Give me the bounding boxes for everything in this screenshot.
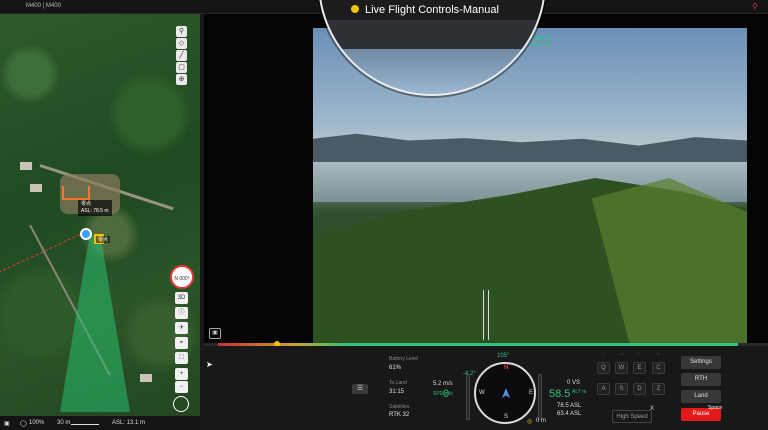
map-compass[interactable]: N 000° (170, 265, 194, 289)
flight-path-line (0, 234, 81, 273)
compass-e: E (529, 390, 534, 396)
map-view[interactable]: 零点 ASL: 78.5 m 零点 (0, 14, 200, 416)
measure-icon[interactable]: ⊕ (176, 74, 187, 85)
info-icon[interactable]: ⓘ (175, 307, 188, 319)
locate-icon[interactable]: ⌖ (175, 337, 188, 349)
speed-bar (466, 374, 470, 420)
land-button[interactable]: Land (681, 390, 721, 403)
key-hint-icon: ⌃ (620, 353, 625, 359)
key-s[interactable]: S (615, 383, 628, 395)
mode-status-icon (351, 5, 359, 13)
rth-button[interactable]: RTH (681, 373, 721, 386)
distance-icon: ◎ (527, 419, 533, 425)
drone-center-icon[interactable]: ✈ (175, 322, 188, 334)
map-status-bar: ▣ ◯ 100% 30 m ASL: 13.1 m (0, 416, 200, 430)
distance-value: 0 m (536, 418, 547, 424)
zoom-in-button[interactable]: + (175, 368, 188, 380)
flight-mode-title: Live Flight Controls-Manual (351, 4, 499, 16)
map-building (30, 184, 42, 192)
mouse-cursor-icon: ➤ (206, 360, 213, 369)
feed-mountains (313, 133, 747, 166)
speed-mode-button[interactable]: High Speed (612, 410, 652, 423)
asl-value: 78.5 ASL (557, 403, 582, 409)
altitude-bar (538, 374, 542, 420)
compass-w: W (479, 390, 485, 396)
area-icon[interactable]: ▢ (176, 62, 187, 73)
aircraft-icon (502, 388, 510, 398)
heading-value: 105° (497, 353, 510, 359)
drone-marker-icon[interactable] (80, 228, 92, 240)
battery-label: Battery Level (389, 356, 419, 362)
compass-s: S (504, 414, 509, 420)
key-w[interactable]: W (615, 362, 628, 374)
drone-label: 零点 ASL: 78.5 m (78, 200, 112, 216)
key-q[interactable]: Q (597, 362, 610, 374)
search-icon[interactable]: ⚲ (176, 26, 187, 37)
zoom-level-icon: ◯ (20, 421, 27, 427)
key-hint-icon: ⌃ (656, 353, 661, 359)
scale-bar (71, 424, 99, 425)
home-label: 零点 (96, 236, 111, 243)
record-icon[interactable]: ⚲ (752, 2, 760, 11)
to-land-value: 31:15 (389, 389, 405, 395)
asl-value-2: 63.4 ASL (557, 411, 582, 417)
fullscreen-icon[interactable]: ⛶ (175, 352, 188, 364)
layers-icon[interactable]: ▣ (4, 420, 10, 427)
map-layer-icon[interactable] (173, 396, 189, 412)
waypoint-icon[interactable]: ◇ (176, 38, 187, 49)
speed-value: 0 (443, 388, 450, 400)
3d-button[interactable]: 3D (175, 292, 188, 304)
horizontal-speed: 5.2 m/s (433, 381, 453, 387)
speed-key-hint: X (650, 406, 655, 412)
map-asl: ASL: 13.1 m (112, 420, 146, 426)
battery-value: 61% (389, 365, 402, 371)
attitude-compass: N S E W (474, 362, 536, 424)
key-hint-icon: ♡ (636, 353, 641, 359)
key-c[interactable]: C (652, 362, 665, 374)
key-e[interactable]: E (633, 362, 646, 374)
map-toolbar: ⚲ ◇ ╱ ▢ ⊕ (176, 26, 188, 86)
vertical-speed: 0 VS (567, 380, 581, 386)
to-land-label: To Land (389, 380, 407, 386)
map-building (20, 162, 32, 170)
line-icon[interactable]: ╱ (176, 50, 187, 61)
map-zoom-level: 100% (29, 420, 45, 426)
compass-n: N (504, 365, 509, 371)
satellites-value: RTK 32 (389, 412, 410, 418)
key-a[interactable]: A (597, 383, 610, 395)
settings-button[interactable]: Settings (681, 356, 721, 369)
feed-tower (483, 290, 489, 340)
altitude-unit: ALT m (572, 389, 587, 395)
app-title: M400 | M400 (26, 3, 61, 9)
map-building (140, 374, 152, 382)
map-geofence (62, 186, 90, 200)
altitude-value: 58.5 (549, 388, 571, 400)
zoom-out-button[interactable]: − (175, 381, 188, 393)
key-d[interactable]: D (633, 383, 646, 395)
pip-icon[interactable]: ▣ (209, 328, 221, 339)
key-z[interactable]: Z (652, 383, 665, 395)
camera-fov-cone (60, 236, 130, 412)
map-scale: 30 m (57, 420, 71, 426)
satellites-label: Satellites (389, 404, 410, 410)
key-hint-icon: ♡ (601, 353, 606, 359)
pause-key-hint: Space (708, 405, 723, 411)
menu-icon[interactable]: ☰ (352, 384, 368, 394)
